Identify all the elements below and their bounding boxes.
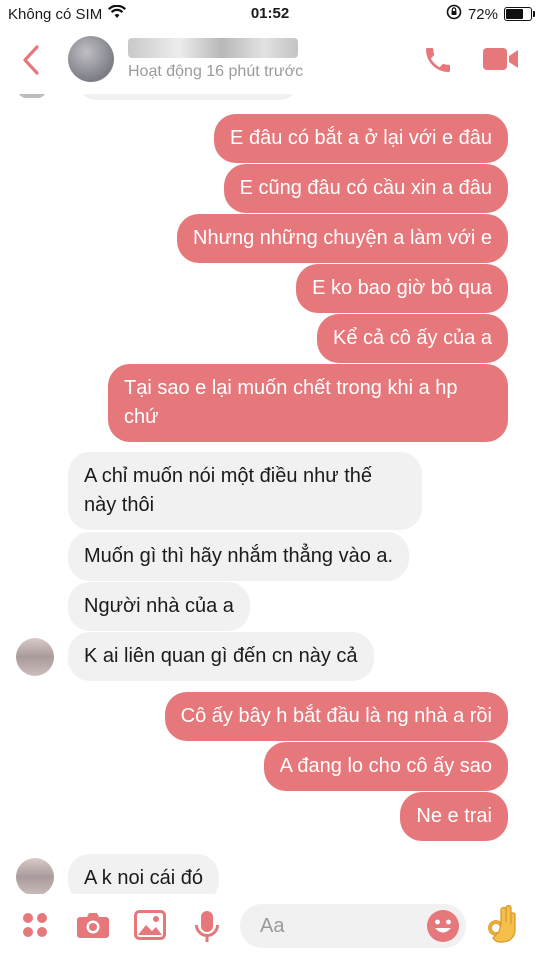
message-bubble-outgoing[interactable]: Ne e trai (400, 792, 508, 841)
smiley-icon (427, 910, 459, 942)
rotation-lock-icon (446, 4, 462, 24)
phone-call-button[interactable] (422, 44, 454, 81)
contact-avatar-small[interactable] (16, 858, 54, 896)
message-input-placeholder: Aa (260, 915, 285, 937)
message-bubble-incoming[interactable]: K ai liên quan gì đến cn này cả (68, 632, 374, 681)
message-bubble-incoming[interactable]: Muốn gì thì hãy nhắm thẳng vào a. (68, 532, 410, 581)
active-status: Hoạt động 16 phút trước (128, 63, 304, 80)
video-camera-icon (483, 48, 518, 70)
contact-avatar[interactable] (68, 36, 114, 82)
more-actions-button[interactable] (20, 910, 50, 945)
phone-icon (426, 48, 450, 72)
message-input[interactable]: Aa (240, 904, 466, 948)
camera-button[interactable] (76, 910, 110, 945)
camera-icon (77, 913, 109, 938)
battery-percent: 72% (467, 5, 498, 23)
battery-icon (504, 7, 535, 21)
back-button[interactable] (20, 44, 42, 81)
message-bubble-outgoing[interactable]: E cũng đâu có cầu xin a đâu (223, 164, 508, 213)
status-bar: Không có SIM 01:52 72% (0, 0, 540, 28)
message-bubble-incoming[interactable]: A chỉ muốn nói một điều như thế này thôi (68, 452, 422, 530)
message-bubble-outgoing[interactable]: E đâu có bắt a ở lại với e đâu (214, 114, 508, 163)
gallery-button[interactable] (134, 910, 166, 945)
message-bubble-incoming[interactable]: Người nhà của a (68, 582, 250, 631)
message-bubble-outgoing[interactable]: Kể cả cô ấy của a (317, 314, 508, 363)
chevron-left-icon (23, 45, 39, 75)
photo-icon (134, 910, 166, 940)
quick-reaction-button[interactable] (484, 904, 518, 949)
video-call-button[interactable] (482, 46, 520, 77)
conversation-header: Hoạt động 16 phút trước (0, 28, 540, 94)
four-dots-icon (23, 913, 47, 937)
contact-name-blurred[interactable] (128, 38, 298, 58)
composer-bar: Aa (0, 894, 540, 960)
ok-hand-icon (488, 904, 516, 943)
message-bubble-outgoing[interactable]: Cô ấy bây h bắt đầu là ng nhà a rồi (164, 692, 508, 741)
message-bubble-outgoing[interactable]: Nhưng những chuyện a làm với e (177, 214, 508, 263)
message-thread[interactable]: E đâu có bắt a ở lại với e đâu E cũng đâ… (0, 82, 540, 903)
message-bubble-outgoing[interactable]: Tại sao e lại muốn chết trong khi a hp c… (108, 364, 508, 442)
message-bubble-outgoing[interactable]: A đang lo cho cô ấy sao (263, 742, 508, 791)
message-bubble-outgoing[interactable]: E ko bao giờ bỏ qua (296, 264, 508, 313)
voice-record-button[interactable] (194, 910, 220, 949)
emoji-button[interactable] (426, 909, 460, 948)
microphone-icon (195, 911, 219, 942)
contact-avatar-small[interactable] (16, 638, 54, 676)
